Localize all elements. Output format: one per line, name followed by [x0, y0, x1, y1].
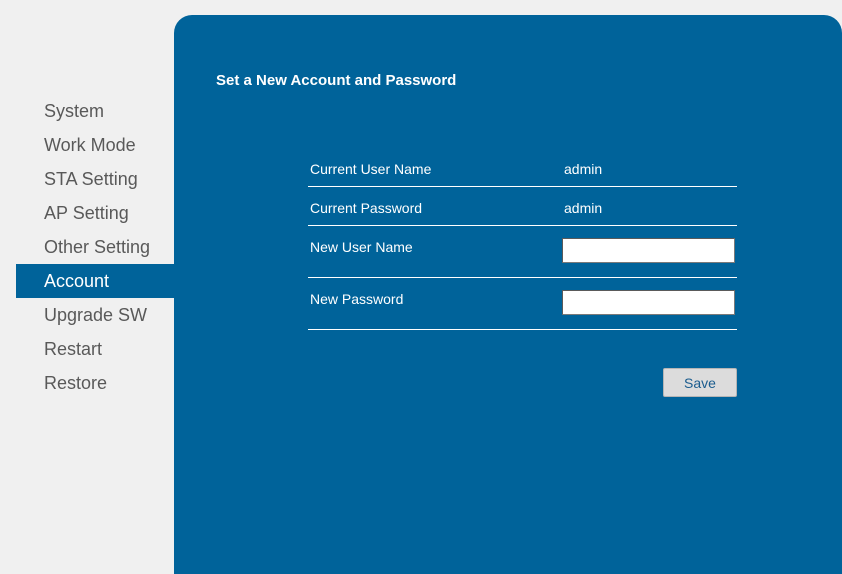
save-button[interactable]: Save — [663, 368, 737, 397]
account-form: Current User Name admin Current Password… — [308, 148, 737, 330]
current-user-name-value: admin — [564, 161, 603, 177]
sidebar-item-account[interactable]: Account — [16, 264, 174, 298]
sidebar-item-upgrade-sw[interactable]: Upgrade SW — [16, 298, 174, 332]
account-panel: Set a New Account and Password Current U… — [174, 15, 842, 574]
new-user-name-row: New User Name — [308, 226, 737, 278]
current-password-value: admin — [564, 200, 603, 216]
new-user-name-label: New User Name — [310, 239, 413, 255]
sidebar-item-ap-setting[interactable]: AP Setting — [16, 196, 174, 230]
new-user-name-input[interactable] — [562, 238, 735, 263]
sidebar-item-system[interactable]: System — [16, 94, 174, 128]
panel-title: Set a New Account and Password — [216, 72, 457, 89]
new-password-input[interactable] — [562, 290, 735, 315]
new-password-row: New Password — [308, 278, 737, 330]
current-user-name-label: Current User Name — [310, 161, 432, 177]
sidebar-item-other-setting[interactable]: Other Setting — [16, 230, 174, 264]
current-password-row: Current Password admin — [308, 187, 737, 226]
current-user-name-row: Current User Name admin — [308, 148, 737, 187]
sidebar-item-work-mode[interactable]: Work Mode — [16, 128, 174, 162]
sidebar-item-restart[interactable]: Restart — [16, 332, 174, 366]
sidebar-item-sta-setting[interactable]: STA Setting — [16, 162, 174, 196]
new-password-label: New Password — [310, 291, 404, 307]
router-config-page: System Work Mode STA Setting AP Setting … — [0, 0, 842, 574]
sidebar-item-restore[interactable]: Restore — [16, 366, 174, 400]
sidebar-nav: System Work Mode STA Setting AP Setting … — [16, 94, 174, 400]
current-password-label: Current Password — [310, 200, 423, 216]
